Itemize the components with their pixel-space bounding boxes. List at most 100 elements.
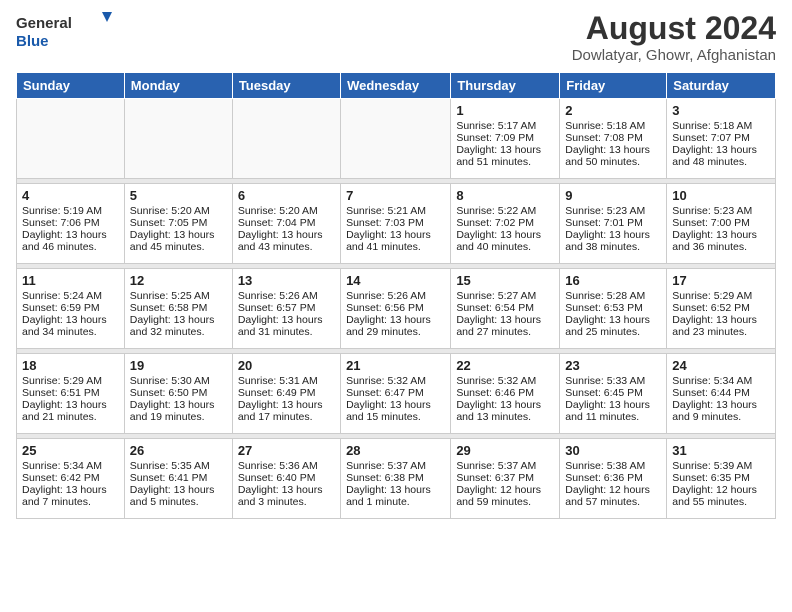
day-number: 3 <box>672 103 770 118</box>
svg-text:General: General <box>16 15 72 32</box>
calendar-cell <box>232 99 340 179</box>
day-info-line: Sunrise: 5:34 AM <box>672 375 770 387</box>
day-info-line: and 5 minutes. <box>130 496 227 508</box>
day-info-line: Daylight: 13 hours <box>22 399 119 411</box>
week-row-1: 1Sunrise: 5:17 AMSunset: 7:09 PMDaylight… <box>17 99 776 179</box>
calendar-cell: 15Sunrise: 5:27 AMSunset: 6:54 PMDayligh… <box>451 269 560 349</box>
day-info-line: and 51 minutes. <box>456 156 554 168</box>
day-info-line: Sunrise: 5:18 AM <box>672 120 770 132</box>
calendar-cell <box>17 99 125 179</box>
calendar-cell: 9Sunrise: 5:23 AMSunset: 7:01 PMDaylight… <box>560 184 667 264</box>
calendar-cell: 1Sunrise: 5:17 AMSunset: 7:09 PMDaylight… <box>451 99 560 179</box>
day-info-line: Sunset: 6:37 PM <box>456 472 554 484</box>
day-info-line: Sunset: 7:07 PM <box>672 132 770 144</box>
day-info-line: and 19 minutes. <box>130 411 227 423</box>
day-info-line: and 27 minutes. <box>456 326 554 338</box>
day-info-line: Daylight: 13 hours <box>130 314 227 326</box>
week-row-4: 18Sunrise: 5:29 AMSunset: 6:51 PMDayligh… <box>17 354 776 434</box>
day-info-line: Sunset: 6:53 PM <box>565 302 661 314</box>
calendar-cell: 19Sunrise: 5:30 AMSunset: 6:50 PMDayligh… <box>124 354 232 434</box>
header-tuesday: Tuesday <box>232 73 340 99</box>
day-info-line: Sunrise: 5:33 AM <box>565 375 661 387</box>
day-info-line: Sunset: 7:08 PM <box>565 132 661 144</box>
day-info-line: Daylight: 13 hours <box>346 484 445 496</box>
day-info-line: Sunrise: 5:18 AM <box>565 120 661 132</box>
day-info-line: Sunrise: 5:27 AM <box>456 290 554 302</box>
day-info-line: and 41 minutes. <box>346 241 445 253</box>
day-info-line: Sunset: 6:36 PM <box>565 472 661 484</box>
calendar-cell: 10Sunrise: 5:23 AMSunset: 7:00 PMDayligh… <box>667 184 776 264</box>
day-info-line: and 7 minutes. <box>22 496 119 508</box>
day-number: 28 <box>346 443 445 458</box>
calendar-cell: 22Sunrise: 5:32 AMSunset: 6:46 PMDayligh… <box>451 354 560 434</box>
day-info-line: Sunrise: 5:29 AM <box>22 375 119 387</box>
calendar-cell: 21Sunrise: 5:32 AMSunset: 6:47 PMDayligh… <box>341 354 451 434</box>
day-info-line: Sunrise: 5:20 AM <box>130 205 227 217</box>
day-info-line: Sunrise: 5:37 AM <box>346 460 445 472</box>
day-info-line: Daylight: 12 hours <box>456 484 554 496</box>
day-info-line: Daylight: 13 hours <box>565 229 661 241</box>
day-number: 30 <box>565 443 661 458</box>
day-info-line: Daylight: 13 hours <box>22 314 119 326</box>
day-info-line: Sunset: 6:56 PM <box>346 302 445 314</box>
calendar-cell: 16Sunrise: 5:28 AMSunset: 6:53 PMDayligh… <box>560 269 667 349</box>
day-info-line: Sunset: 6:41 PM <box>130 472 227 484</box>
day-info-line: and 50 minutes. <box>565 156 661 168</box>
day-info-line: and 9 minutes. <box>672 411 770 423</box>
day-info-line: and 36 minutes. <box>672 241 770 253</box>
calendar-cell: 13Sunrise: 5:26 AMSunset: 6:57 PMDayligh… <box>232 269 340 349</box>
day-number: 12 <box>130 273 227 288</box>
calendar-cell: 24Sunrise: 5:34 AMSunset: 6:44 PMDayligh… <box>667 354 776 434</box>
header-wednesday: Wednesday <box>341 73 451 99</box>
day-info-line: Sunrise: 5:38 AM <box>565 460 661 472</box>
svg-text:Blue: Blue <box>16 33 49 50</box>
day-info-line: Sunrise: 5:36 AM <box>238 460 335 472</box>
day-info-line: Daylight: 13 hours <box>22 484 119 496</box>
day-info-line: and 48 minutes. <box>672 156 770 168</box>
calendar-cell: 7Sunrise: 5:21 AMSunset: 7:03 PMDaylight… <box>341 184 451 264</box>
calendar-cell: 18Sunrise: 5:29 AMSunset: 6:51 PMDayligh… <box>17 354 125 434</box>
calendar-cell: 23Sunrise: 5:33 AMSunset: 6:45 PMDayligh… <box>560 354 667 434</box>
day-info-line: and 15 minutes. <box>346 411 445 423</box>
day-info-line: and 40 minutes. <box>456 241 554 253</box>
day-info-line: Sunset: 7:01 PM <box>565 217 661 229</box>
day-info-line: Daylight: 12 hours <box>672 484 770 496</box>
day-info-line: Sunset: 6:40 PM <box>238 472 335 484</box>
day-info-line: Daylight: 13 hours <box>130 484 227 496</box>
day-info-line: Sunset: 7:06 PM <box>22 217 119 229</box>
header-monday: Monday <box>124 73 232 99</box>
day-number: 26 <box>130 443 227 458</box>
calendar-cell: 31Sunrise: 5:39 AMSunset: 6:35 PMDayligh… <box>667 439 776 519</box>
calendar-cell <box>124 99 232 179</box>
day-info-line: Sunrise: 5:21 AM <box>346 205 445 217</box>
day-info-line: Sunrise: 5:22 AM <box>456 205 554 217</box>
calendar-cell: 28Sunrise: 5:37 AMSunset: 6:38 PMDayligh… <box>341 439 451 519</box>
day-info-line: Daylight: 13 hours <box>456 399 554 411</box>
header-friday: Friday <box>560 73 667 99</box>
day-info-line: and 31 minutes. <box>238 326 335 338</box>
header-sunday: Sunday <box>17 73 125 99</box>
day-info-line: Sunrise: 5:26 AM <box>346 290 445 302</box>
day-info-line: Daylight: 13 hours <box>238 229 335 241</box>
day-info-line: and 46 minutes. <box>22 241 119 253</box>
day-number: 7 <box>346 188 445 203</box>
day-info-line: Sunset: 6:49 PM <box>238 387 335 399</box>
header-saturday: Saturday <box>667 73 776 99</box>
calendar-cell: 3Sunrise: 5:18 AMSunset: 7:07 PMDaylight… <box>667 99 776 179</box>
day-info-line: Sunrise: 5:17 AM <box>456 120 554 132</box>
header-thursday: Thursday <box>451 73 560 99</box>
logo-svg: General Blue <box>16 10 116 54</box>
day-info-line: Sunrise: 5:25 AM <box>130 290 227 302</box>
day-info-line: Sunrise: 5:37 AM <box>456 460 554 472</box>
day-info-line: and 17 minutes. <box>238 411 335 423</box>
day-number: 11 <box>22 273 119 288</box>
day-info-line: Sunset: 6:46 PM <box>456 387 554 399</box>
day-info-line: Daylight: 13 hours <box>238 484 335 496</box>
calendar-cell: 2Sunrise: 5:18 AMSunset: 7:08 PMDaylight… <box>560 99 667 179</box>
calendar-table: Sunday Monday Tuesday Wednesday Thursday… <box>16 72 776 519</box>
day-number: 9 <box>565 188 661 203</box>
day-number: 1 <box>456 103 554 118</box>
week-row-5: 25Sunrise: 5:34 AMSunset: 6:42 PMDayligh… <box>17 439 776 519</box>
day-info-line: and 1 minute. <box>346 496 445 508</box>
day-info-line: Daylight: 13 hours <box>456 314 554 326</box>
